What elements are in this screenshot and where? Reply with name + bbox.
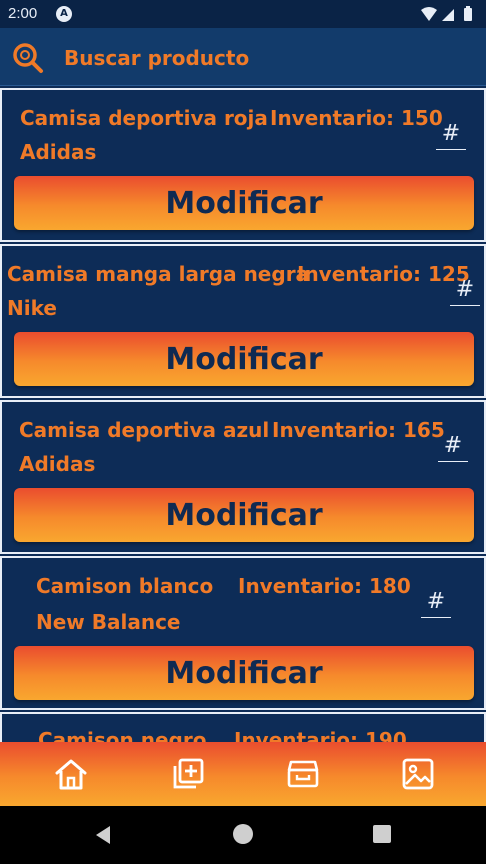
quantity-input[interactable] — [421, 586, 451, 618]
product-name: Camisa deportiva azul — [19, 418, 270, 442]
home-circle-icon[interactable] — [233, 824, 253, 844]
product-card: Camisa manga larga negra Inventario: 125… — [0, 244, 486, 398]
signal-icon — [442, 9, 454, 21]
product-brand: Nike — [7, 296, 57, 320]
product-name: Camisa deportiva roja — [20, 106, 268, 130]
product-stock: Inventario: 125 — [297, 262, 470, 286]
quantity-input[interactable] — [450, 274, 480, 306]
product-brand: Adidas — [20, 140, 97, 164]
product-stock: Inventario: 190 — [234, 728, 407, 742]
inventory-box-icon[interactable] — [285, 756, 321, 792]
modify-button[interactable]: Modificar — [14, 488, 474, 542]
status-bar: 2:00 A — [0, 0, 486, 28]
status-time: 2:00 — [8, 5, 38, 22]
product-card: Camisa deportiva azul Inventario: 165 Ad… — [0, 400, 486, 554]
back-icon[interactable] — [92, 824, 114, 846]
battery-icon — [464, 8, 472, 21]
quantity-input[interactable] — [436, 118, 466, 150]
product-card: Camison blanco Inventario: 180 New Balan… — [0, 556, 486, 710]
product-stock: Inventario: 150 — [270, 106, 443, 130]
product-stock: Inventario: 165 — [272, 418, 445, 442]
system-nav-bar — [0, 806, 486, 864]
bottom-nav — [0, 742, 486, 806]
modify-button[interactable]: Modificar — [14, 646, 474, 700]
product-name: Camison negro — [38, 728, 207, 742]
quantity-input[interactable] — [438, 430, 468, 462]
notification-app-icon: A — [56, 6, 72, 22]
home-icon[interactable] — [53, 756, 89, 792]
modify-button[interactable]: Modificar — [14, 332, 474, 386]
product-card: Camisa deportiva roja Inventario: 150 Ad… — [0, 88, 486, 242]
recent-apps-icon[interactable] — [373, 825, 391, 843]
modify-button[interactable]: Modificar — [14, 176, 474, 230]
product-brand: New Balance — [36, 610, 181, 634]
search-input[interactable] — [64, 42, 464, 74]
product-list[interactable]: Camisa deportiva roja Inventario: 150 Ad… — [0, 88, 486, 742]
search-bar — [0, 28, 486, 86]
product-stock: Inventario: 180 — [238, 574, 411, 598]
product-brand: Adidas — [19, 452, 96, 476]
status-indicators — [421, 6, 472, 21]
search-icon[interactable] — [12, 42, 44, 74]
product-name: Camison blanco — [36, 574, 214, 598]
image-icon[interactable] — [400, 756, 436, 792]
product-name: Camisa manga larga negra — [7, 262, 310, 286]
wifi-icon — [421, 7, 437, 21]
product-card: Camison negro Inventario: 190 — [0, 712, 486, 742]
add-item-icon[interactable] — [170, 756, 206, 792]
